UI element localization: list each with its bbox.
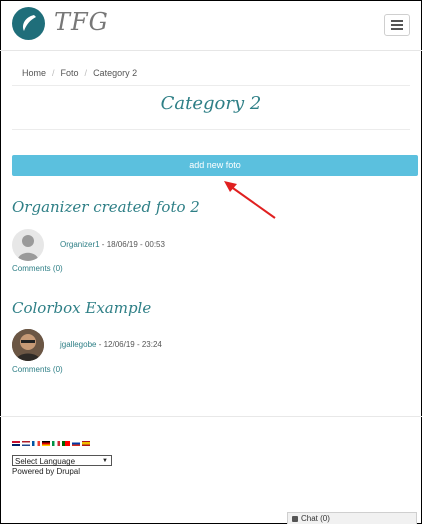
- post-title[interactable]: Colorbox Example: [12, 299, 151, 317]
- breadcrumb-home[interactable]: Home: [22, 68, 46, 78]
- flag-ru-icon[interactable]: [72, 441, 80, 446]
- red-arrow-annotation-icon: [224, 181, 276, 219]
- chat-bar[interactable]: Chat (0): [287, 512, 417, 524]
- dropdown-caret-icon: ▼: [102, 458, 108, 464]
- site-header: TFG: [0, 0, 422, 51]
- avatar: [12, 329, 44, 361]
- author-link[interactable]: jgallegobe: [60, 340, 96, 349]
- flag-nl-icon[interactable]: [22, 441, 30, 446]
- breadcrumb: Home / Foto / Category 2: [22, 68, 137, 78]
- divider: [0, 416, 422, 417]
- post-date: - 18/06/19 - 00:53: [99, 240, 165, 249]
- divider: [12, 129, 410, 130]
- language-select[interactable]: Select Language ▼: [12, 455, 112, 466]
- flag-pt-icon[interactable]: [62, 441, 70, 446]
- author-link[interactable]: Organizer1: [60, 240, 100, 249]
- flag-uk-icon[interactable]: [12, 441, 20, 446]
- post-meta: Organizer1 - 18/06/19 - 00:53: [60, 240, 165, 249]
- language-flags: [12, 441, 90, 446]
- post-title[interactable]: Organizer created foto 2: [12, 198, 200, 216]
- page-title: Category 2: [160, 93, 262, 114]
- breadcrumb-separator: /: [84, 68, 88, 78]
- comments-link[interactable]: Comments (0): [12, 264, 63, 273]
- breadcrumb-foto[interactable]: Foto: [61, 68, 79, 78]
- breadcrumb-current: Category 2: [93, 68, 138, 78]
- language-select-value: Select Language: [15, 457, 76, 466]
- hamburger-menu-icon[interactable]: [384, 14, 410, 36]
- add-new-foto-button[interactable]: add new foto: [12, 155, 418, 176]
- flag-de-icon[interactable]: [42, 441, 50, 446]
- flag-fr-icon[interactable]: [32, 441, 40, 446]
- chat-icon: [292, 515, 298, 522]
- flag-it-icon[interactable]: [52, 441, 60, 446]
- comments-link[interactable]: Comments (0): [12, 365, 63, 374]
- divider: [12, 85, 410, 86]
- breadcrumb-separator: /: [52, 68, 55, 78]
- avatar: [12, 229, 44, 261]
- tfg-logo-icon[interactable]: [12, 7, 45, 40]
- flag-es-icon[interactable]: [82, 441, 90, 446]
- site-name[interactable]: TFG: [54, 8, 109, 36]
- default-user-avatar-icon: [17, 235, 39, 261]
- powered-by-text: Powered by Drupal: [12, 467, 81, 476]
- user-photo-icon: [12, 329, 44, 361]
- post-date: - 12/06/19 - 23:24: [96, 340, 162, 349]
- post-meta: jgallegobe - 12/06/19 - 23:24: [60, 340, 162, 349]
- chat-label: Chat (0): [301, 514, 330, 523]
